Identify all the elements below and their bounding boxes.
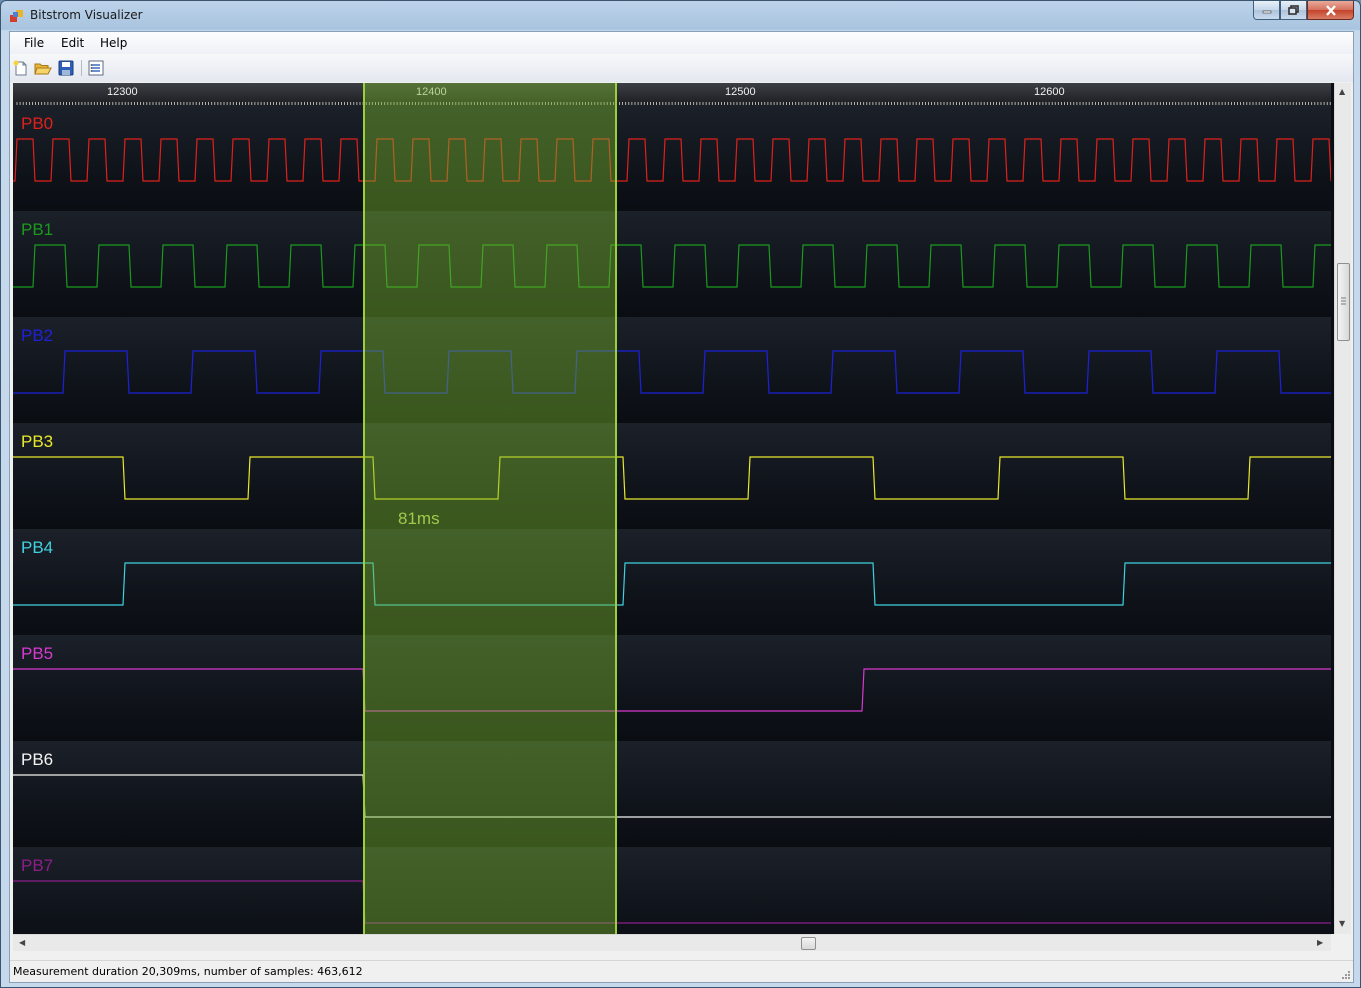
trace-pb0 <box>13 138 1331 182</box>
channel-label-pb5: PB5 <box>21 644 54 663</box>
menu-help[interactable]: Help <box>100 36 127 50</box>
ruler-label: 12300 <box>107 86 138 98</box>
minimize-icon <box>1262 10 1271 14</box>
horizontal-scroll-thumb[interactable] <box>801 937 816 950</box>
channel-label-pb0: PB0 <box>21 114 54 133</box>
menu-file[interactable]: File <box>24 36 44 50</box>
status-bar: Measurement duration 20,309ms, number of… <box>10 960 1353 982</box>
close-icon <box>1325 4 1336 16</box>
trace-pb3 <box>13 456 1331 500</box>
resize-grip-icon[interactable] <box>1341 970 1351 980</box>
settings-list-icon[interactable] <box>87 59 105 77</box>
window-controls <box>1253 1 1354 21</box>
trace-pb2 <box>13 350 1331 394</box>
trace-pb6 <box>13 774 1331 818</box>
title-bar[interactable]: Bitstrom Visualizer <box>1 1 1360 31</box>
channel-label-pb4: PB4 <box>21 538 54 557</box>
trace-pb1 <box>13 244 1331 288</box>
waveform-traces <box>13 138 1331 924</box>
minimize-button[interactable] <box>1253 1 1280 20</box>
horizontal-scrollbar[interactable]: ◀ ▶ <box>13 934 1331 951</box>
channel-label-pb1: PB1 <box>21 220 54 239</box>
status-text: Measurement duration 20,309ms, number of… <box>13 965 363 978</box>
restore-icon <box>1288 5 1299 15</box>
toolbar <box>10 54 1353 82</box>
trace-pb7 <box>13 880 1331 924</box>
time-ruler[interactable]: 12300 12400 12500 12600 <box>13 83 1331 105</box>
channel-label-pb3: PB3 <box>21 432 54 451</box>
trace-pb5 <box>13 668 1331 712</box>
client-area: File Edit Help PB0 PB1 PB2 PB3 PB4 PB5 P… <box>9 31 1354 983</box>
ruler-label: 12500 <box>725 86 756 98</box>
scroll-down-icon[interactable]: ▼ <box>1339 919 1345 928</box>
window-title: Bitstrom Visualizer <box>30 8 143 22</box>
vertical-scrollbar[interactable]: ▲ ▼ <box>1334 83 1351 934</box>
ruler-ticks <box>16 102 1331 105</box>
selection-duration-label: 81ms <box>398 509 440 528</box>
menu-edit[interactable]: Edit <box>61 36 84 50</box>
channel-label-pb7: PB7 <box>21 856 54 875</box>
waveform-view[interactable]: PB0 PB1 PB2 PB3 PB4 PB5 PB6 PB7 12300 12… <box>13 83 1351 934</box>
scroll-up-icon[interactable]: ▲ <box>1339 87 1345 96</box>
app-window: Bitstrom Visualizer File Edit Help PB0 P… <box>0 0 1361 988</box>
save-icon[interactable] <box>57 59 75 77</box>
scroll-right-icon[interactable]: ▶ <box>1317 938 1323 947</box>
grip-icon <box>1341 297 1346 305</box>
maximize-button[interactable] <box>1280 1 1307 20</box>
new-file-icon[interactable] <box>12 59 30 77</box>
scroll-left-icon[interactable]: ◀ <box>19 938 25 947</box>
trace-pb4 <box>13 562 1331 606</box>
close-button[interactable] <box>1307 1 1354 20</box>
toolbar-separator <box>81 60 82 76</box>
channel-label-pb2: PB2 <box>21 326 54 345</box>
menu-bar: File Edit Help <box>10 32 1353 54</box>
open-folder-icon[interactable] <box>34 59 52 77</box>
ruler-label: 12600 <box>1034 86 1065 98</box>
channel-label-pb6: PB6 <box>21 750 54 769</box>
vertical-scroll-thumb[interactable] <box>1337 263 1350 341</box>
app-icon <box>10 10 23 22</box>
